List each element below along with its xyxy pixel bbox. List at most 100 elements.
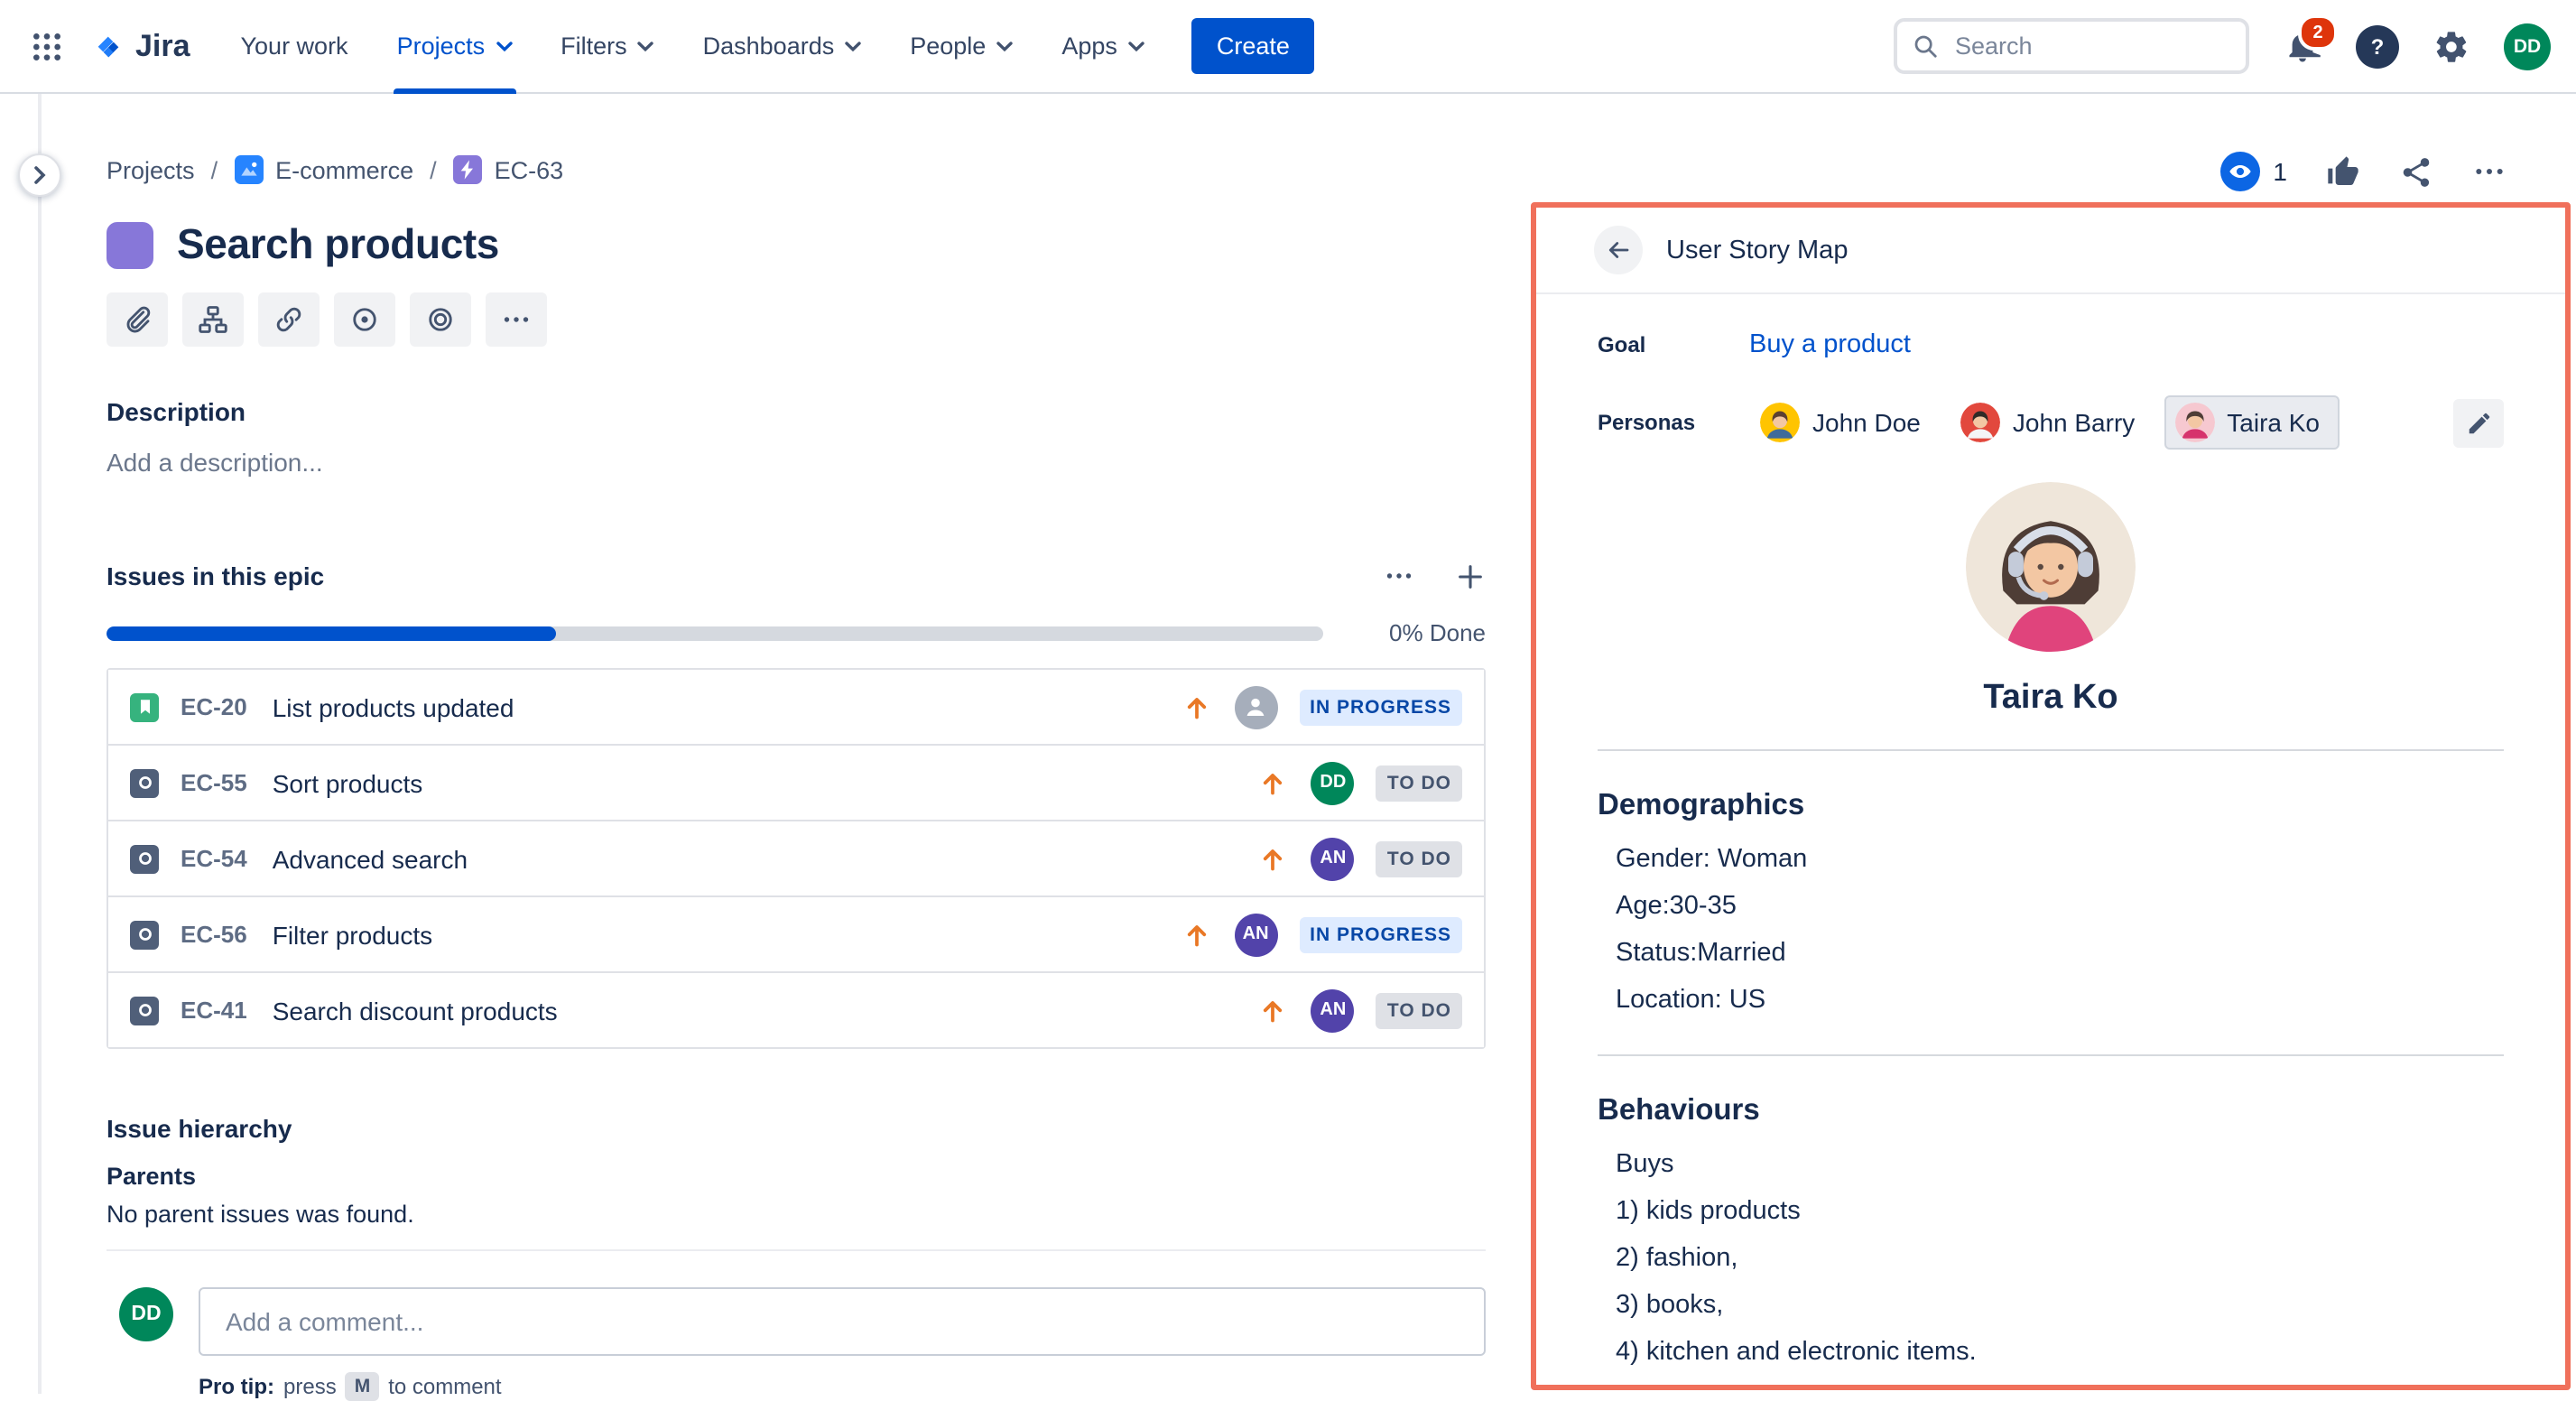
share-button[interactable]: [2399, 154, 2433, 189]
back-button[interactable]: [1594, 226, 1643, 274]
issue-type-icon: [130, 920, 159, 949]
user-avatar[interactable]: DD: [2504, 23, 2551, 70]
watch-count: 1: [2273, 157, 2287, 186]
collapsed-sidebar-rail: [0, 94, 42, 1394]
nav-filters[interactable]: Filters: [561, 0, 654, 93]
issue-row[interactable]: EC-55 Sort products DD TO DO: [108, 746, 1484, 821]
create-button[interactable]: Create: [1191, 18, 1315, 74]
jira-logo[interactable]: Jira: [94, 28, 190, 64]
edit-personas-button[interactable]: [2453, 398, 2504, 447]
nav-dashboards[interactable]: Dashboards: [703, 0, 862, 93]
assignee-avatar[interactable]: DD: [1311, 761, 1355, 804]
gear-icon: [2433, 28, 2469, 64]
nav-people[interactable]: People: [910, 0, 1013, 93]
divider: [1598, 749, 2504, 751]
user-avatar-initials: DD: [2504, 23, 2551, 70]
issue-row[interactable]: EC-54 Advanced search AN TO DO: [108, 821, 1484, 897]
like-button[interactable]: [2325, 153, 2361, 190]
issue-summary-link[interactable]: Filter products: [273, 920, 1180, 949]
pencil-icon: [2465, 409, 2492, 436]
epic-issues-add-button[interactable]: [1455, 561, 1486, 591]
comment-input[interactable]: [199, 1287, 1486, 1356]
watchers-button[interactable]: 1: [2220, 152, 2287, 191]
status-badge[interactable]: TO DO: [1376, 992, 1462, 1028]
assignee-avatar[interactable]: AN: [1234, 913, 1277, 956]
description-placeholder[interactable]: Add a description...: [107, 448, 1486, 477]
issue-summary-link[interactable]: Search discount products: [273, 996, 1257, 1025]
settings-button[interactable]: [2433, 28, 2469, 64]
epic-icon: [453, 155, 482, 184]
page-title: Search products: [177, 220, 499, 269]
nav-projects[interactable]: Projects: [397, 0, 513, 93]
help-button[interactable]: ?: [2356, 24, 2399, 68]
goal-label: Goal: [1598, 332, 1749, 357]
goal-row: Goal Buy a product: [1598, 330, 2504, 359]
issue-type-icon: [130, 844, 159, 873]
sitemap-icon: [197, 303, 229, 336]
done-percent-label: 0% Done: [1374, 619, 1486, 646]
issue-hierarchy-heading: Issue hierarchy: [107, 1114, 1486, 1143]
issue-summary-link[interactable]: Advanced search: [273, 844, 1257, 873]
scope-button-2[interactable]: [410, 292, 471, 347]
nav-your-work[interactable]: Your work: [241, 0, 348, 93]
goal-link[interactable]: Buy a product: [1749, 330, 1911, 359]
epic-progress-row: 0% Done: [107, 619, 1486, 646]
assignee-avatar-unassigned[interactable]: [1234, 685, 1277, 728]
behaviour-line: Buys: [1616, 1141, 2504, 1188]
behaviour-line: 4) kitchen and electronic items.: [1616, 1329, 2504, 1376]
jira-logo-icon: [94, 32, 123, 60]
search-input[interactable]: [1951, 31, 2231, 61]
user-story-map-panel: User Story Map Goal Buy a product Person…: [1531, 202, 2571, 1390]
issue-row[interactable]: EC-20 List products updated IN PROGRESS: [108, 670, 1484, 746]
more-toolbar-button[interactable]: [486, 292, 547, 347]
epic-issues-more-button[interactable]: [1383, 560, 1415, 592]
hierarchy-button[interactable]: [182, 292, 244, 347]
comment-composer: DD: [107, 1287, 1486, 1356]
help-icon: ?: [2356, 24, 2399, 68]
link-icon: [273, 303, 305, 336]
chevron-down-icon: [845, 41, 861, 51]
persona-avatar-icon: [2174, 403, 2214, 442]
behaviours-heading: Behaviours: [1598, 1094, 2504, 1128]
nav-apps[interactable]: Apps: [1061, 0, 1144, 93]
persona-chip-taira-ko-selected[interactable]: Taira Ko: [2164, 395, 2340, 450]
issue-detail-main: Projects / E-commerce / EC-63 Search pro…: [107, 94, 1486, 1401]
primary-nav: Your work Projects Filters Dashboards Pe…: [241, 0, 1144, 93]
link-button[interactable]: [258, 292, 320, 347]
assignee-avatar[interactable]: AN: [1311, 837, 1355, 880]
epic-progress-bar: [107, 626, 1323, 640]
persona-avatar-icon: [1960, 403, 2000, 442]
issue-summary-link[interactable]: List products updated: [273, 692, 1180, 721]
persona-name: Taira Ko: [2227, 408, 2320, 437]
behaviour-line: 3) books,: [1616, 1282, 2504, 1329]
story-type-icon: [130, 692, 159, 721]
issue-title-row: Search products: [107, 220, 1486, 269]
jira-page: Jira Your work Projects Filters Dashboar…: [0, 0, 2576, 1394]
persona-name: John Barry: [2013, 408, 2135, 437]
chevron-down-icon: [638, 41, 654, 51]
breadcrumb-issue-link[interactable]: EC-63: [453, 155, 564, 184]
assignee-avatar[interactable]: AN: [1311, 988, 1355, 1032]
no-parents-text: No parent issues was found.: [107, 1201, 1486, 1228]
persona-chip-john-doe[interactable]: John Doe: [1749, 395, 1932, 450]
breadcrumb-projects-link[interactable]: Projects: [107, 156, 195, 183]
divider: [107, 1249, 1486, 1251]
status-badge[interactable]: IN PROGRESS: [1299, 689, 1462, 725]
issue-row[interactable]: EC-41 Search discount products AN TO DO: [108, 973, 1484, 1047]
scope-button-1[interactable]: [334, 292, 395, 347]
status-badge[interactable]: TO DO: [1376, 840, 1462, 877]
more-actions-button[interactable]: [2471, 153, 2507, 190]
breadcrumb-project-link[interactable]: E-commerce: [234, 155, 413, 184]
chevron-down-icon: [1128, 41, 1144, 51]
status-badge[interactable]: IN PROGRESS: [1299, 916, 1462, 952]
status-badge[interactable]: TO DO: [1376, 765, 1462, 801]
chevron-down-icon: [496, 41, 512, 51]
persona-chip-john-barry[interactable]: John Barry: [1950, 395, 2145, 450]
app-switcher-icon[interactable]: [29, 28, 65, 64]
attach-button[interactable]: [107, 292, 168, 347]
issue-row[interactable]: EC-56 Filter products AN IN PROGRESS: [108, 897, 1484, 973]
sidebar-expand-button[interactable]: [18, 153, 61, 197]
issue-summary-link[interactable]: Sort products: [273, 768, 1257, 797]
epic-progress-fill: [107, 626, 557, 640]
project-avatar-icon: [234, 155, 263, 184]
